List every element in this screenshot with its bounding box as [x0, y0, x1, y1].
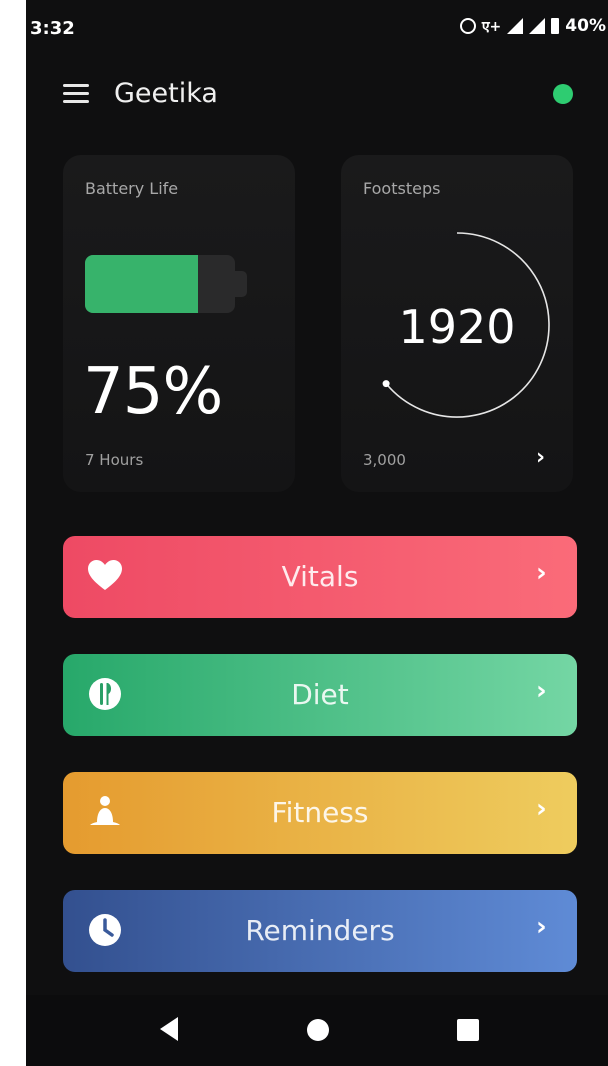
status-time: 3:32: [30, 18, 75, 39]
footsteps-progress-dot: [382, 380, 390, 388]
phone-screen: 3:32 ए+ 40% Geetika Battery Life 75% 7 H…: [26, 0, 608, 1066]
status-icons: ए+ 40%: [459, 16, 606, 36]
app-bar: Geetika: [26, 70, 608, 120]
vitals-chevron-icon: ›: [536, 558, 547, 588]
reminders-button[interactable]: Reminders ›: [63, 890, 577, 972]
vitals-label: Vitals: [281, 560, 359, 593]
battery-gauge: [85, 255, 235, 313]
battery-fill: [85, 255, 198, 313]
user-name: Geetika: [114, 78, 218, 109]
fitness-label: Fitness: [271, 796, 369, 829]
network-indicator: ए+: [481, 18, 502, 35]
battery-card-title: Battery Life: [85, 179, 179, 198]
battery-remaining-time: 7 Hours: [85, 451, 144, 469]
battery-cap: [235, 271, 247, 297]
battery-status-icon: [551, 18, 560, 34]
footsteps-card[interactable]: Footsteps 1920 3,000 ›: [341, 155, 573, 492]
online-status-dot: [553, 84, 573, 104]
back-icon[interactable]: [160, 1017, 178, 1041]
signal-icon-2: [529, 18, 546, 34]
reminders-label: Reminders: [245, 914, 395, 947]
status-battery-percent: 40%: [565, 16, 606, 36]
hamburger-menu-icon[interactable]: [63, 84, 89, 104]
signal-icon: [507, 18, 524, 34]
diet-button[interactable]: Diet ›: [63, 654, 577, 736]
recents-icon[interactable]: [457, 1019, 479, 1041]
reminders-chevron-icon: ›: [536, 912, 547, 942]
battery-card[interactable]: Battery Life 75% 7 Hours: [63, 155, 295, 492]
diet-chevron-icon: ›: [536, 676, 547, 706]
status-bar: 3:32 ए+ 40%: [26, 0, 608, 60]
footsteps-count: 1920: [398, 300, 516, 354]
diet-label: Diet: [291, 678, 349, 711]
vitals-button[interactable]: Vitals ›: [63, 536, 577, 618]
home-icon[interactable]: [307, 1019, 329, 1041]
fitness-chevron-icon: ›: [536, 794, 547, 824]
system-nav-bar: [26, 995, 608, 1066]
fitness-button[interactable]: Fitness ›: [63, 772, 577, 854]
alarm-icon: [459, 18, 476, 34]
footsteps-goal: 3,000: [363, 451, 406, 469]
footsteps-chevron-icon[interactable]: ›: [536, 445, 545, 470]
battery-percent: 75%: [83, 355, 223, 429]
